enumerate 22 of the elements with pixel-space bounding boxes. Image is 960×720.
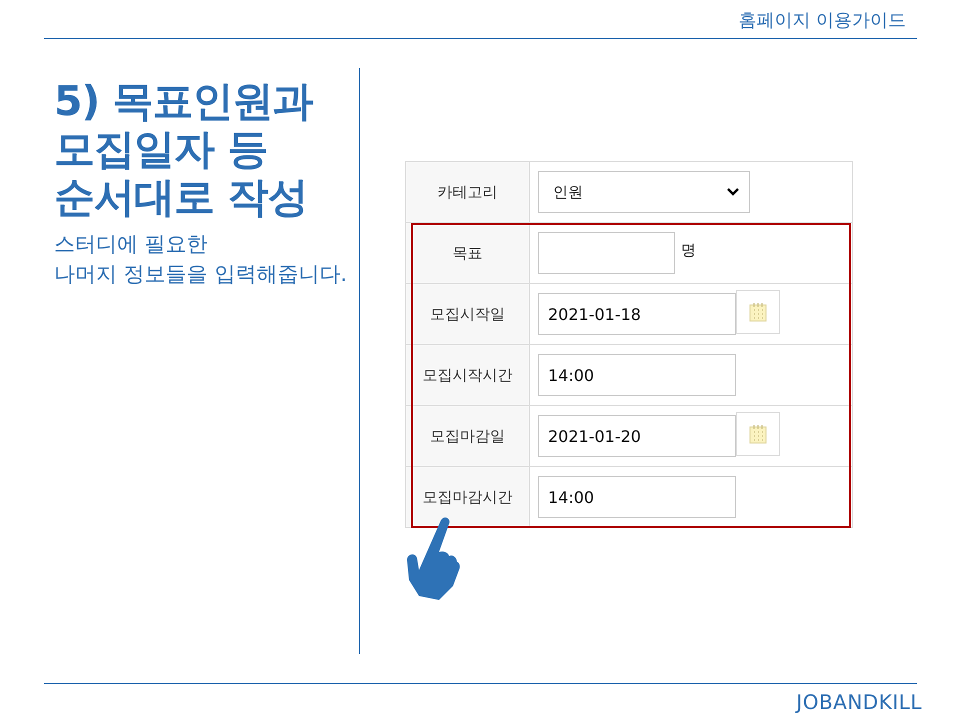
caret-icon xyxy=(727,188,739,196)
category-select[interactable]: 인원 xyxy=(538,171,750,213)
calendar-icon xyxy=(749,424,767,444)
description-text: 스터디에 필요한 나머지 정보들을 입력해줍니다. xyxy=(54,231,348,288)
field-label: 카테고리 xyxy=(406,162,530,222)
calendar-icon xyxy=(749,302,767,322)
time-field[interactable]: 14:00 xyxy=(538,354,736,396)
guide-title: 홈페이지 이용가이드 xyxy=(738,9,906,32)
field-label: 모집마감일 xyxy=(406,406,530,466)
field-label: 목표 xyxy=(406,223,530,283)
unit-label: 명 xyxy=(681,241,696,260)
field-label: 모집마감시간 xyxy=(406,467,530,527)
date-field[interactable]: 2021-01-18 xyxy=(538,293,736,335)
time-field[interactable]: 14:00 xyxy=(538,476,736,518)
input-field[interactable] xyxy=(538,232,675,274)
slide-heading: 5) 목표인원과 모집일자 등 순서대로 작성 xyxy=(54,77,314,221)
date-field[interactable]: 2021-01-20 xyxy=(538,415,736,457)
field-label: 모집시작일 xyxy=(406,284,530,344)
calendar-button[interactable] xyxy=(736,290,780,334)
brand-logo: JOBANDKILL xyxy=(796,690,922,714)
calendar-button[interactable] xyxy=(736,412,780,456)
field-label: 모집시작시간 xyxy=(406,345,530,405)
